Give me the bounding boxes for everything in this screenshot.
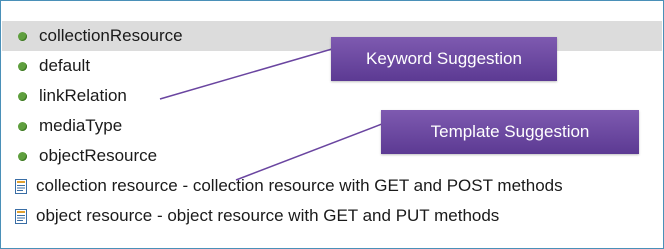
suggestion-label: objectResource	[39, 146, 158, 165]
suggestion-label: collection resource - collection resourc…	[36, 176, 563, 195]
suggestion-item-linkRelation[interactable]: linkRelation	[2, 81, 662, 111]
keyword-bullet-icon	[18, 91, 27, 101]
suggestion-label: object resource - object resource with G…	[36, 206, 500, 225]
keyword-bullet-icon	[18, 31, 27, 41]
suggestion-label: collectionResource	[39, 26, 183, 45]
suggestion-item-object-resource-template[interactable]: object resource - object resource with G…	[2, 201, 662, 231]
keyword-callout-label: Keyword Suggestion	[366, 49, 522, 68]
template-document-icon	[15, 178, 27, 194]
keyword-suggestion-callout: Keyword Suggestion	[331, 37, 557, 81]
suggestion-label: linkRelation	[39, 86, 127, 105]
template-document-icon	[15, 208, 27, 224]
keyword-bullet-icon	[18, 121, 27, 131]
template-callout-label: Template Suggestion	[430, 122, 590, 141]
suggestion-label: default	[39, 56, 91, 75]
suggestion-label: mediaType	[39, 116, 123, 135]
suggestion-item-collection-resource-template[interactable]: collection resource - collection resourc…	[2, 171, 662, 201]
template-suggestion-callout: Template Suggestion	[381, 110, 639, 154]
keyword-bullet-icon	[18, 151, 27, 161]
keyword-bullet-icon	[18, 61, 27, 71]
